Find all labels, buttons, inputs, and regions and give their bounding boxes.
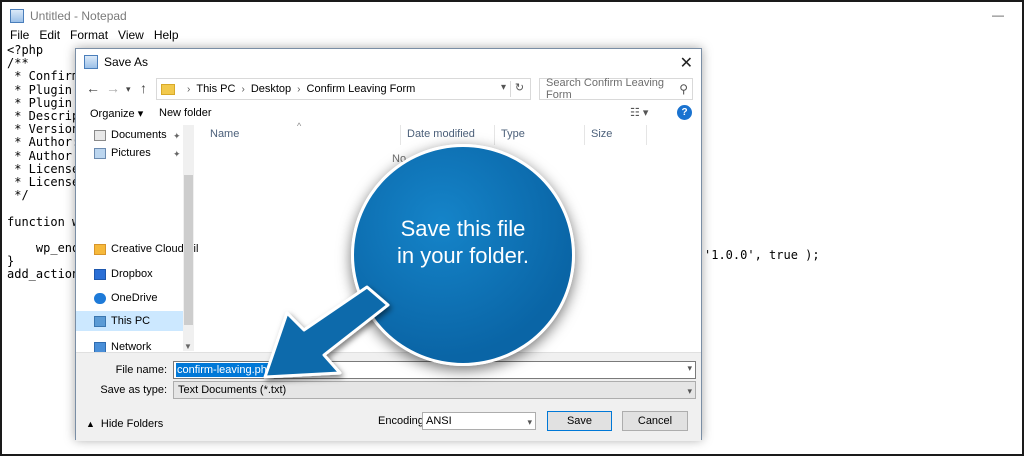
screenshot-frame: Untitled - Notepad — File Edit Format Vi… [0,0,1024,456]
arrow-shape [263,285,390,379]
callout-arrow [263,285,390,379]
